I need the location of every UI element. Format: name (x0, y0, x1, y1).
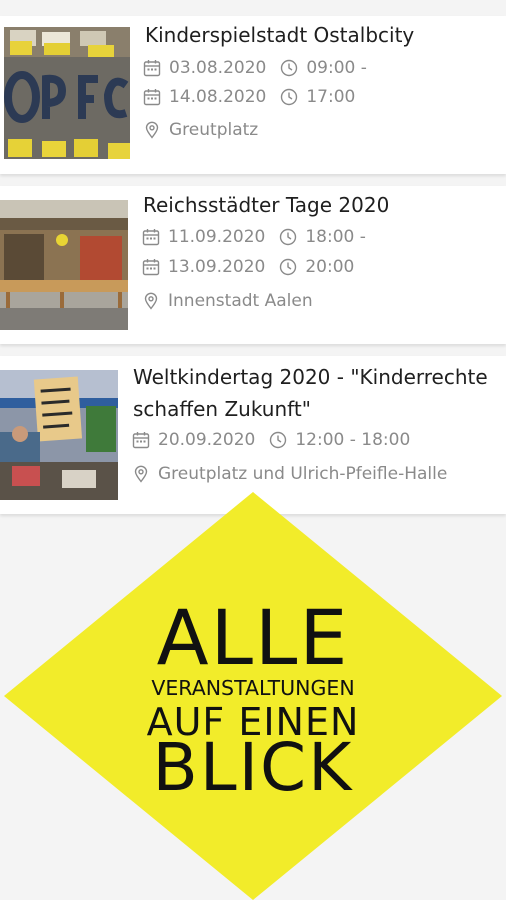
clock-icon (279, 258, 297, 276)
event-image-3 (0, 370, 118, 500)
event-start-time: 09:00 - (306, 58, 367, 78)
calendar-icon (143, 59, 161, 77)
event-location: Greutplatz (169, 120, 259, 140)
event-card-3[interactable]: Weltkindertag 2020 - "Kinderrechte schaf… (0, 356, 506, 514)
event-title[interactable]: Kinderspielstadt Ostalbcity (145, 21, 414, 49)
banner-line-2: VERANSTALTUNGEN (151, 676, 355, 700)
clock-icon (279, 228, 297, 246)
event-location-row: Greutplatz (143, 119, 258, 141)
event-end-row: 14.08.2020 17:00 (143, 86, 355, 108)
event-end-time: 17:00 (306, 87, 356, 107)
calendar-icon (143, 88, 161, 106)
event-card-1[interactable]: Kinderspielstadt Ostalbcity 03.08.2020 0… (0, 16, 506, 174)
event-title-line1[interactable]: Weltkindertag 2020 - "Kinderrechte (133, 363, 488, 391)
banner-line-1: ALLE (156, 593, 350, 682)
location-pin-icon (143, 121, 161, 139)
banner-line-4: BLICK (152, 729, 354, 806)
event-title[interactable]: Reichsstädter Tage 2020 (143, 191, 389, 219)
event-location: Greutplatz und Ulrich-Pfeifle-Halle (158, 464, 448, 484)
event-location-row: Greutplatz und Ulrich-Pfeifle-Halle (132, 463, 447, 485)
event-end-row: 13.09.2020 20:00 (142, 256, 354, 278)
event-date: 20.09.2020 (158, 430, 256, 450)
banner-line-3: AUF EINEN (146, 700, 360, 744)
event-time: 12:00 - 18:00 (295, 430, 411, 450)
calendar-icon (142, 258, 160, 276)
calendar-icon (142, 228, 160, 246)
event-date-row: 20.09.2020 12:00 - 18:00 (132, 429, 410, 451)
event-location-row: Innenstadt Aalen (142, 290, 313, 312)
event-title-line2[interactable]: schaffen Zukunft" (133, 395, 311, 423)
event-image-2 (0, 200, 128, 330)
location-pin-icon (142, 292, 160, 310)
event-end-date: 13.09.2020 (168, 257, 266, 277)
event-card-2[interactable]: Reichsstädter Tage 2020 11.09.2020 18:00… (0, 186, 506, 344)
location-pin-icon (132, 465, 150, 483)
event-start-time: 18:00 - (305, 227, 366, 247)
event-start-row: 03.08.2020 09:00 - (143, 57, 367, 79)
event-start-row: 11.09.2020 18:00 - (142, 226, 366, 248)
clock-icon (280, 59, 298, 77)
clock-icon (269, 431, 287, 449)
event-end-time: 20:00 (305, 257, 355, 277)
event-start-date: 03.08.2020 (169, 58, 267, 78)
calendar-icon (132, 431, 150, 449)
clock-icon (280, 88, 298, 106)
event-start-date: 11.09.2020 (168, 227, 266, 247)
event-location: Innenstadt Aalen (168, 291, 313, 311)
event-end-date: 14.08.2020 (169, 87, 267, 107)
event-image-1 (4, 27, 130, 159)
